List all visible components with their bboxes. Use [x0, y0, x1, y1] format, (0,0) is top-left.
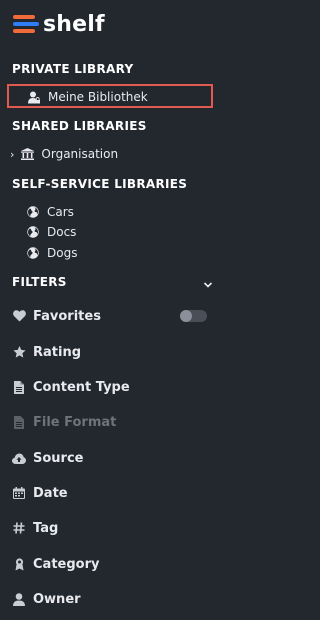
- library-item-docs[interactable]: Docs: [26, 222, 76, 242]
- shelf-logo-icon: [13, 13, 39, 35]
- library-label: Dogs: [47, 246, 78, 260]
- shelf-logo[interactable]: shelf: [13, 11, 105, 37]
- filter-favorites[interactable]: Favorites: [12, 306, 101, 326]
- library-label: Organisation: [41, 147, 119, 161]
- star-icon: [12, 345, 26, 359]
- filter-label: Content Type: [33, 379, 130, 395]
- filter-content-type[interactable]: Content Type: [12, 377, 130, 397]
- category-icon: [12, 557, 26, 571]
- filters-heading: FILTERS: [12, 275, 67, 289]
- library-label: Docs: [47, 225, 77, 239]
- filter-category[interactable]: Category: [12, 554, 99, 574]
- library-item-organisation[interactable]: › Organisation: [10, 144, 118, 164]
- filter-label: Favorites: [33, 308, 101, 324]
- user-lock-icon: [27, 90, 41, 104]
- filter-rating[interactable]: Rating: [12, 342, 81, 362]
- user-icon: [12, 592, 26, 606]
- self-service-libraries-heading: SELF-SERVICE LIBRARIES: [12, 177, 188, 191]
- toggle-knob: [180, 310, 192, 322]
- filter-label: Rating: [33, 344, 82, 360]
- library-label: Meine Bibliothek: [48, 90, 148, 104]
- globe-icon: [26, 225, 40, 239]
- shared-libraries-heading: SHARED LIBRARIES: [12, 119, 147, 133]
- globe-icon: [26, 246, 40, 260]
- logo-text: shelf: [43, 11, 105, 37]
- library-item-dogs[interactable]: Dogs: [26, 243, 77, 263]
- filter-label: Date: [33, 485, 68, 501]
- library-item-meine-bibliothek[interactable]: Meine Bibliothek: [27, 87, 148, 107]
- cloud-upload-icon: [12, 451, 26, 465]
- filter-label: Owner: [33, 591, 81, 607]
- filter-label: Source: [33, 450, 84, 466]
- favorites-toggle[interactable]: [180, 310, 207, 322]
- file-icon: [12, 415, 26, 429]
- filter-date[interactable]: Date: [12, 483, 68, 503]
- building-icon: [20, 147, 34, 161]
- filter-owner[interactable]: Owner: [12, 589, 81, 609]
- filter-label: File Format: [33, 414, 117, 430]
- library-label: Cars: [47, 205, 74, 219]
- filter-file-format[interactable]: File Format: [12, 412, 116, 432]
- filter-tag[interactable]: Tag: [12, 518, 58, 538]
- chevron-down-icon[interactable]: [202, 276, 214, 288]
- filter-label: Tag: [33, 520, 59, 536]
- hashtag-icon: [12, 521, 26, 535]
- heart-icon: [12, 309, 26, 323]
- private-library-heading: PRIVATE LIBRARY: [12, 62, 134, 76]
- file-icon: [12, 380, 26, 394]
- chevron-right-icon[interactable]: ›: [10, 148, 14, 161]
- calendar-icon: [12, 486, 26, 500]
- filter-source[interactable]: Source: [12, 448, 83, 468]
- globe-icon: [26, 205, 40, 219]
- library-item-cars[interactable]: Cars: [26, 202, 74, 222]
- filter-label: Category: [33, 556, 100, 572]
